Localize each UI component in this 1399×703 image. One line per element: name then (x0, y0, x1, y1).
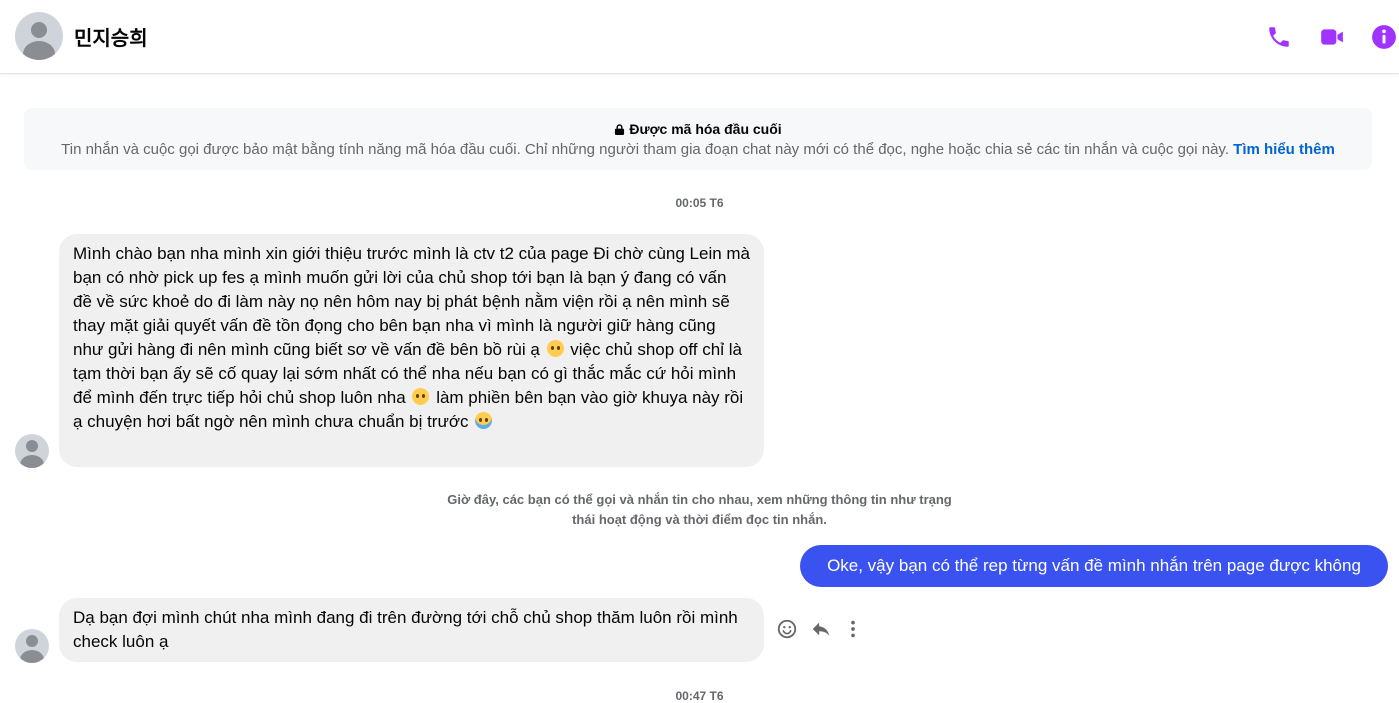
message-text: Dạ bạn đợi mình chút nha mình đang đi tr… (73, 608, 738, 651)
system-note-line: Giờ đây, các bạn có thể gọi và nhắn tin … (447, 492, 952, 507)
contact-name[interactable]: 민지승희 (74, 22, 148, 51)
pleading-emoji-icon (546, 340, 564, 357)
timestamp: 00:05 T6 (675, 196, 724, 210)
incoming-message[interactable]: Dạ bạn đợi mình chút nha mình đang đi tr… (59, 598, 764, 662)
incoming-message[interactable]: Mình chào bạn nha mình xin giới thiệu tr… (59, 234, 764, 467)
avatar[interactable] (15, 12, 63, 60)
more-icon[interactable] (842, 618, 864, 640)
learn-more-link[interactable]: Tìm hiểu thêm (1233, 141, 1335, 158)
e2ee-title: Được mã hóa đầu cuối (629, 121, 782, 137)
e2ee-title-row: Được mã hóa đầu cuối (24, 121, 1372, 137)
e2ee-text-row: Tin nhắn và cuộc gọi được bảo mật bằng t… (24, 141, 1372, 158)
avatar[interactable] (15, 434, 49, 468)
pleading-emoji-icon (412, 388, 430, 405)
avatar[interactable] (15, 629, 49, 663)
outgoing-message[interactable]: Oke, vậy bạn có thể rep từng vấn đề mình… (800, 545, 1388, 587)
video-icon[interactable] (1319, 24, 1345, 50)
smiley-icon[interactable] (776, 618, 798, 640)
crying-emoji-icon (475, 412, 493, 429)
lock-icon (614, 122, 625, 135)
e2ee-description: Tin nhắn và cuộc gọi được bảo mật bằng t… (61, 141, 1229, 158)
chat-header: 민지승희 (0, 0, 1399, 74)
phone-icon[interactable] (1266, 24, 1292, 50)
system-note-line: thái hoạt động và thời điểm đọc tin nhắn… (572, 512, 827, 527)
e2ee-notice: Được mã hóa đầu cuối Tin nhắn và cuộc gọ… (24, 108, 1372, 170)
reply-icon[interactable] (810, 618, 832, 640)
system-note: Giờ đây, các bạn có thể gọi và nhắn tin … (0, 490, 1399, 530)
timestamp: 00:47 T6 (675, 689, 724, 703)
info-icon[interactable] (1371, 24, 1397, 50)
